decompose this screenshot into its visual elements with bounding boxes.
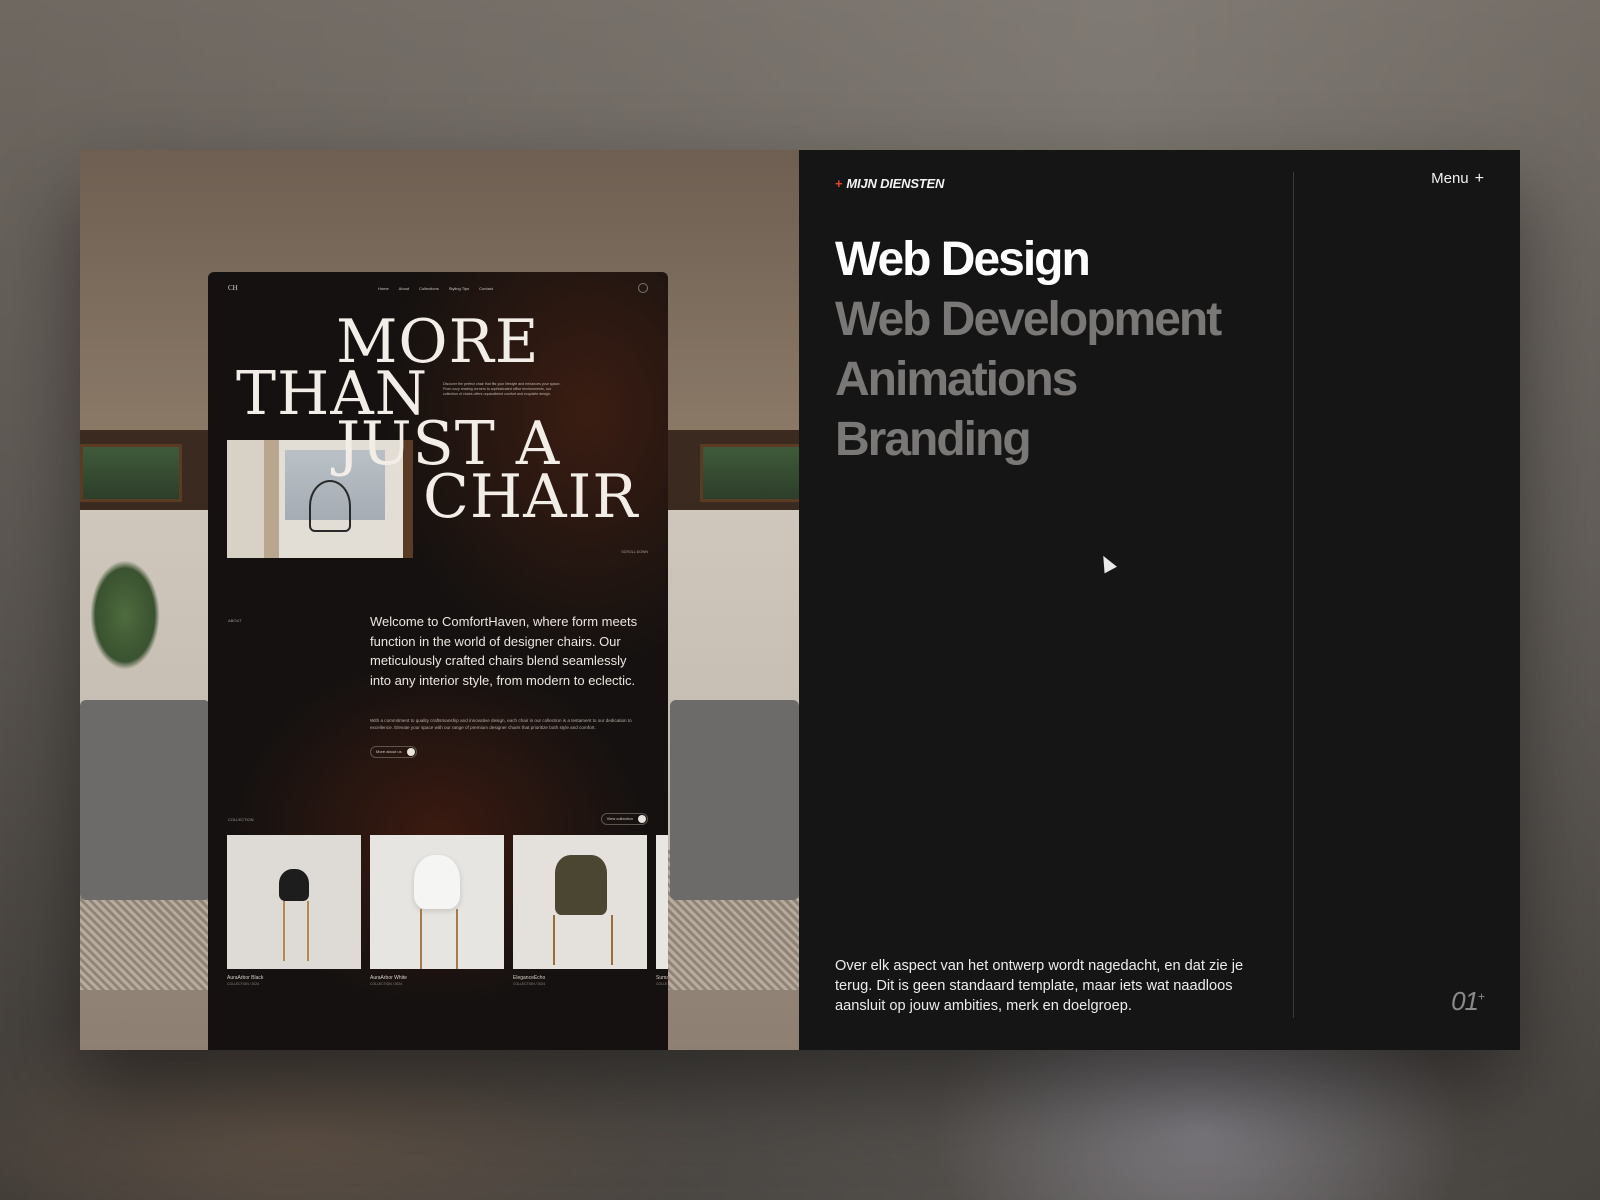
page-number-value: 01 [1451, 986, 1479, 1016]
chair-olive [555, 855, 607, 915]
collection-card[interactable] [370, 835, 504, 969]
services-description: Over elk aspect van het ontwerp wordt na… [835, 958, 1244, 1014]
menu-label: Menu [1431, 170, 1469, 187]
view-collection-button[interactable]: View collection [600, 813, 648, 825]
about-body: With a commitment to quality craftsmansh… [370, 718, 632, 730]
chair-white [414, 855, 460, 909]
hero-image-chair [309, 480, 351, 532]
window-pane [80, 444, 182, 502]
services-tag: + MIJN DIENSTEN [835, 176, 944, 191]
collection-card-sub: COLLECTION / 2024 [227, 982, 260, 986]
photo-sofa-left [80, 700, 210, 900]
collection-card-name: Suma [656, 975, 668, 981]
hero-line-4: CHAIR [423, 462, 639, 532]
collection-card[interactable] [513, 835, 647, 969]
page-number: 01+ [1451, 986, 1485, 1017]
menu-button[interactable]: Menu + [1431, 170, 1484, 188]
photo-plant [90, 560, 160, 670]
mockup-nav-styling-tips[interactable]: Styling Tips [449, 286, 469, 291]
services-list: Web Design Web Development Animations Br… [835, 230, 1222, 470]
service-web-design[interactable]: Web Design [835, 230, 1220, 290]
scroll-down-label[interactable]: SCROLL DOWN [621, 550, 648, 554]
chair-legs [553, 915, 613, 965]
photo-sofa-right [670, 700, 799, 900]
service-animations[interactable]: Animations [835, 350, 1220, 410]
about-lead: Welcome to ComfortHaven, where form meet… [370, 614, 638, 688]
about-tag: ABOUT [228, 618, 242, 623]
more-about-button[interactable]: More about us [370, 746, 417, 758]
arrow-icon [406, 748, 415, 756]
mockup-nav: CH Home About Collections Styling Tips C… [228, 283, 648, 296]
collection-card-sub: COLLECTION / 2024 [370, 982, 403, 986]
collection-card-name: AuraArbor Black [227, 975, 264, 981]
hero-description: Discover the perfect chair that fits you… [443, 382, 561, 396]
vertical-divider [1293, 172, 1294, 1018]
mockup-logo: CH [228, 284, 238, 292]
view-collection-label: View collection [606, 816, 633, 821]
search-icon[interactable] [638, 283, 648, 293]
more-about-label: More about us [376, 749, 402, 754]
service-web-development[interactable]: Web Development [835, 290, 1222, 350]
collection-card-sub: COLLECTION / 2024 [513, 982, 546, 986]
mockup-nav-collections[interactable]: Collections [419, 286, 439, 291]
plus-icon: + [1474, 170, 1484, 187]
chair-black [279, 869, 309, 901]
collection-card[interactable] [227, 835, 361, 969]
collection-card[interactable] [656, 835, 668, 969]
collection-card-name: AuraArbor White [370, 975, 407, 981]
chair-legs [283, 901, 309, 961]
collection-card-sub: COLLE [656, 982, 668, 986]
arrow-icon [638, 815, 646, 823]
page-number-suffix: + [1477, 989, 1485, 1004]
mockup-nav-links: Home About Collections Styling Tips Cont… [378, 286, 493, 291]
interior-photo: CH Home About Collections Styling Tips C… [80, 150, 799, 1050]
mockup-nav-about[interactable]: About [399, 286, 409, 291]
services-panel: + MIJN DIENSTEN Menu + Web Design Web Deve… [799, 150, 1520, 1050]
services-tag-label: MIJN DIENSTEN [846, 176, 945, 191]
collection-card-name: EleganceEcho [513, 975, 546, 981]
mockup-nav-home[interactable]: Home [378, 286, 389, 291]
window-pane [700, 444, 799, 502]
mockup-nav-contact[interactable]: Contact [479, 286, 493, 291]
website-mockup: CH Home About Collections Styling Tips C… [208, 272, 668, 1050]
showcase-frame: CH Home About Collections Styling Tips C… [80, 150, 1520, 1050]
plus-icon: + [835, 176, 843, 191]
collection-tag: COLLECTION [228, 817, 254, 822]
chair-legs [420, 909, 458, 969]
service-branding[interactable]: Branding [835, 410, 1220, 470]
